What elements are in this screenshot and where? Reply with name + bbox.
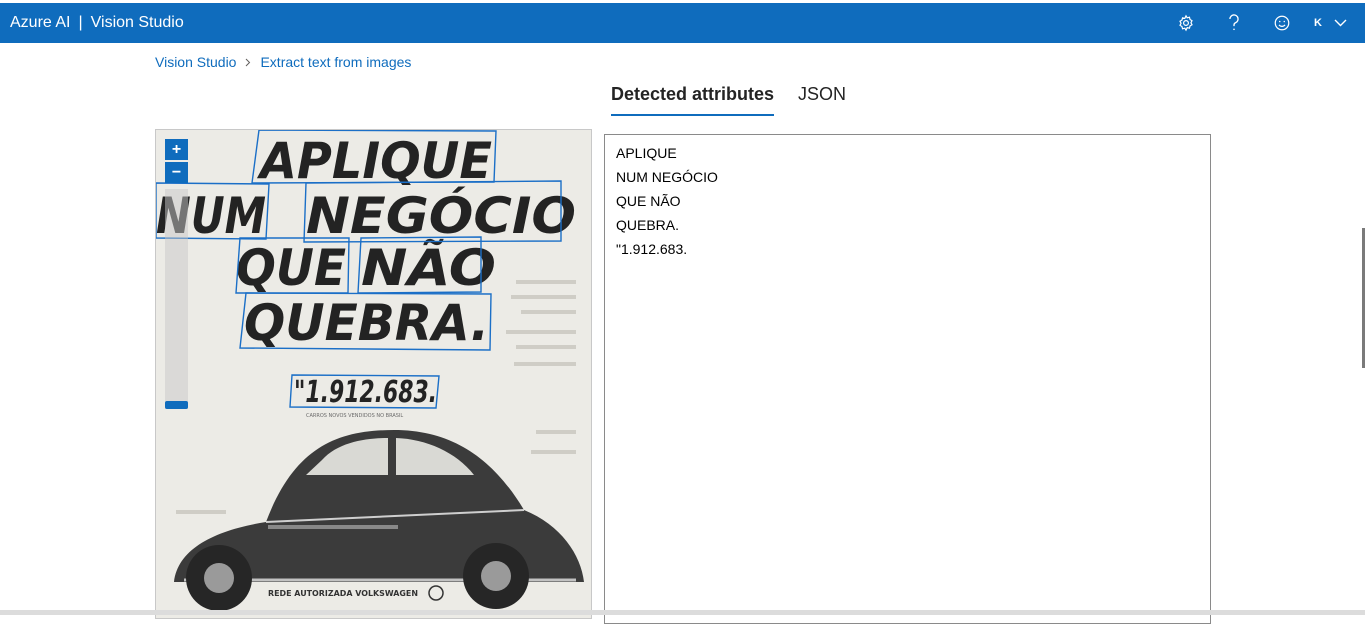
settings-button[interactable] xyxy=(1166,3,1206,43)
ad-footer-text: REDE AUTORIZADA VOLKSWAGEN xyxy=(268,589,418,598)
ad-small-caption: CARROS NOVOS VENDIDOS NO BRASIL xyxy=(306,413,403,419)
tab-json[interactable]: JSON xyxy=(798,82,846,116)
help-button[interactable] xyxy=(1214,3,1254,43)
product-name: Vision Studio xyxy=(90,14,184,31)
detected-text-line: QUE NÃO xyxy=(616,193,681,209)
horizontal-scrollbar[interactable] xyxy=(0,610,1365,615)
chevron-right-icon xyxy=(245,58,251,67)
zoom-out-button[interactable]: − xyxy=(165,162,188,183)
ad-word-quebra: QUEBRA. xyxy=(244,294,489,352)
feedback-button[interactable] xyxy=(1262,3,1302,43)
brand-separator: | xyxy=(78,14,83,31)
tab-detected-attributes[interactable]: Detected attributes xyxy=(611,82,775,116)
feedback-smiley-icon xyxy=(1274,15,1290,31)
help-icon xyxy=(1229,14,1239,31)
brand-name: Azure AI xyxy=(10,14,71,31)
results-tabs: Detected attributes JSON xyxy=(611,82,846,116)
app-title[interactable]: Azure AI | Vision Studio xyxy=(10,3,184,43)
ad-word-negocio: NEGÓCIO xyxy=(306,186,576,245)
ad-word-que: QUE xyxy=(236,239,346,297)
ad-image: APLIQUE NUM NEGÓCIO QUE NÃO QUEBRA. "1.9… xyxy=(156,130,591,618)
account-menu-button[interactable]: K xyxy=(1314,3,1347,43)
ad-number: "1.912.683. xyxy=(294,375,437,410)
ad-word-nao: NÃO xyxy=(361,238,496,297)
breadcrumb-link-vision-studio[interactable]: Vision Studio xyxy=(155,54,236,70)
top-navigation-bar: Azure AI | Vision Studio K xyxy=(0,3,1365,43)
detected-text-line: APLIQUE xyxy=(616,145,677,161)
zoom-controls: + − xyxy=(165,139,189,409)
detected-text-panel: APLIQUE NUM NEGÓCIO QUE NÃO QUEBRA. "1.9… xyxy=(604,134,1211,624)
breadcrumb-link-extract-text[interactable]: Extract text from images xyxy=(260,54,411,70)
zoom-slider-thumb[interactable] xyxy=(165,401,188,409)
detected-text-line: "1.912.683. xyxy=(616,241,688,257)
gear-icon xyxy=(1179,14,1193,32)
chevron-down-icon xyxy=(1334,19,1347,27)
zoom-in-button[interactable]: + xyxy=(165,139,188,160)
image-viewer[interactable]: APLIQUE NUM NEGÓCIO QUE NÃO QUEBRA. "1.9… xyxy=(155,129,592,619)
zoom-slider[interactable] xyxy=(165,189,188,409)
account-initial: K xyxy=(1314,17,1322,29)
detected-text-line: QUEBRA. xyxy=(616,217,680,233)
breadcrumb: Vision Studio Extract text from images xyxy=(155,54,411,70)
detected-text-line: NUM NEGÓCIO xyxy=(616,169,718,185)
